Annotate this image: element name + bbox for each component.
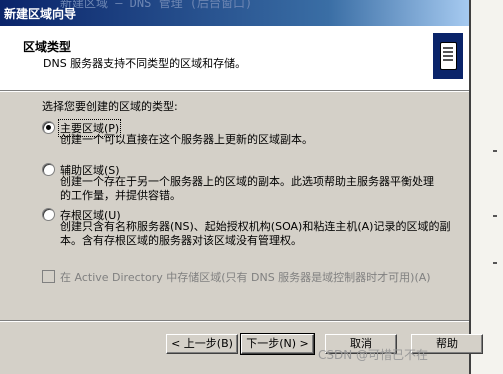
csdn-watermark: CSDN @可惜已不在 bbox=[318, 348, 429, 362]
server-icon bbox=[433, 33, 463, 79]
page-subtitle: DNS 服务器支持不同类型的区域和存储。 bbox=[43, 57, 247, 70]
ad-storage-checkbox[interactable] bbox=[42, 270, 55, 283]
window-title: 新建区域向导 bbox=[4, 7, 77, 21]
radio-description-secondary: 创建一个存在于另一个服务器上的区域的副本。此选项帮助主服务器平衡处理的工作量，并… bbox=[60, 175, 434, 202]
background-title-text: 新建区域 — DNS 管理 (后台窗口) bbox=[60, 0, 253, 10]
page-title: 区域类型 bbox=[23, 40, 72, 54]
header-divider bbox=[0, 91, 469, 92]
back-button[interactable]: < 上一步(B) bbox=[166, 334, 238, 354]
radio-button-secondary[interactable] bbox=[42, 163, 55, 176]
wizard-header: 区域类型 DNS 服务器支持不同类型的区域和存储。 bbox=[0, 26, 469, 91]
new-zone-wizard-dialog: 新建区域 — DNS 管理 (后台窗口) 新建区域向导 区域类型 DNS 服务器… bbox=[0, 0, 483, 374]
zone-type-prompt: 选择您要创建的区域的类型: bbox=[42, 100, 178, 113]
next-button[interactable]: 下一步(N) > bbox=[240, 333, 315, 355]
radio-button-primary[interactable] bbox=[42, 121, 55, 134]
background-mark bbox=[493, 262, 497, 264]
radio-description-stub: 创建只含有名称服务器(NS)、起始授权机构(SOA)和粘连主机(A)记录的区域的… bbox=[60, 220, 451, 247]
footer-divider-highlight bbox=[0, 321, 469, 322]
background-window-edge bbox=[470, 0, 503, 374]
background-mark bbox=[493, 215, 497, 217]
server-tower-shape bbox=[440, 42, 457, 70]
radio-description-primary: 创建一个可以直接在这个服务器上更新的区域副本。 bbox=[60, 133, 313, 146]
ad-storage-label: 在 Active Directory 中存储区域(只有 DNS 服务器是域控制器… bbox=[60, 271, 431, 284]
background-mark bbox=[493, 150, 497, 152]
title-bar[interactable]: 新建区域 — DNS 管理 (后台窗口) 新建区域向导 bbox=[0, 0, 469, 26]
radio-button-stub[interactable] bbox=[42, 208, 55, 221]
